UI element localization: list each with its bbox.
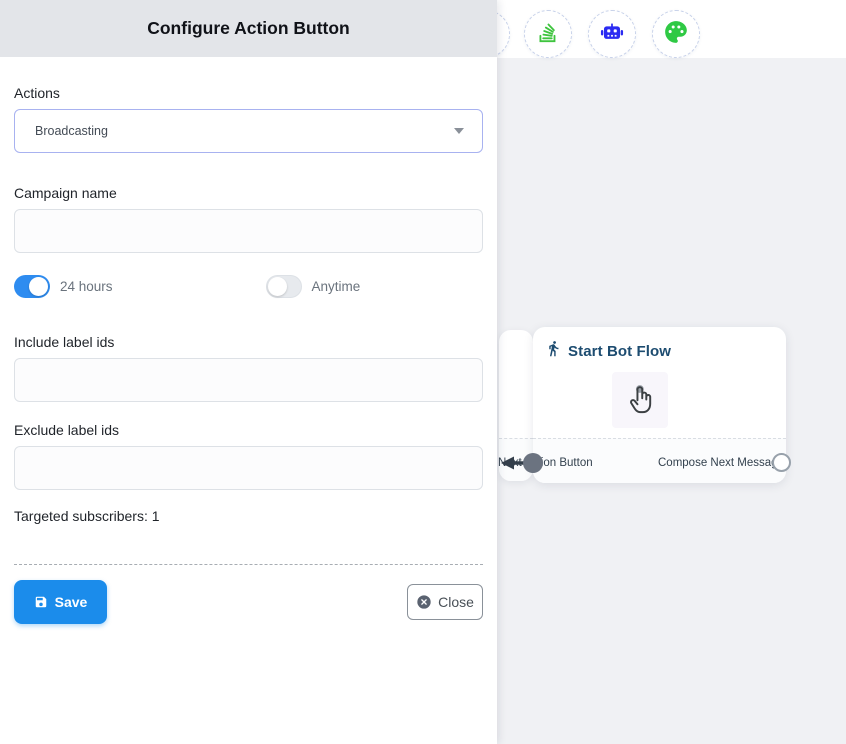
- canvas-tool-bot-button[interactable]: [588, 10, 636, 58]
- save-button[interactable]: Save: [14, 580, 107, 624]
- toggle-knob: [29, 277, 48, 296]
- walking-person-icon: [545, 340, 562, 362]
- toggle-anytime-label: Anytime: [312, 279, 361, 294]
- canvas-tool-broadcast-button[interactable]: [524, 10, 572, 58]
- tap-hand-icon: [622, 380, 658, 421]
- robot-icon: [599, 19, 625, 50]
- save-icon: [34, 595, 48, 609]
- exclude-label-ids-label: Exclude label ids: [14, 422, 483, 438]
- toggle-anytime[interactable]: [266, 275, 302, 298]
- exclude-label-ids-input[interactable]: [14, 446, 483, 490]
- include-label-ids-input[interactable]: [14, 358, 483, 402]
- palette-icon: [663, 19, 689, 50]
- actions-select[interactable]: Broadcasting: [14, 109, 483, 153]
- chevron-down-icon: [454, 128, 464, 134]
- campaign-name-input[interactable]: [14, 209, 483, 253]
- handle-label-compose-next: Compose Next Message: [658, 457, 784, 469]
- panel-title: Configure Action Button: [147, 18, 350, 39]
- node-drag-area[interactable]: [612, 372, 668, 428]
- toggle-knob: [268, 277, 287, 296]
- close-button-label: Close: [438, 594, 474, 610]
- flow-canvas[interactable]: Start Bot Flow Next Action Button Compos…: [497, 0, 846, 744]
- toggle-24-hours[interactable]: [14, 275, 50, 298]
- close-circle-icon: [416, 594, 432, 610]
- handle-compose-next-message[interactable]: [772, 453, 791, 472]
- panel-divider: [14, 564, 483, 565]
- actions-selected-value: Broadcasting: [35, 124, 108, 138]
- configure-action-panel: Configure Action Button Actions Broadcas…: [0, 0, 497, 744]
- panel-header: Configure Action Button: [0, 0, 497, 57]
- close-button[interactable]: Close: [407, 584, 483, 620]
- stack-icon: [535, 19, 561, 50]
- include-label-ids-label: Include label ids: [14, 334, 483, 350]
- targeted-subscribers-text: Targeted subscribers: 1: [14, 508, 483, 524]
- canvas-tool-theme-button[interactable]: [652, 10, 700, 58]
- save-button-label: Save: [55, 594, 88, 610]
- actions-label: Actions: [14, 85, 483, 101]
- toggle-24-hours-label: 24 hours: [60, 279, 113, 294]
- campaign-name-label: Campaign name: [14, 185, 483, 201]
- node-title: Start Bot Flow: [568, 343, 671, 360]
- handle-next-action-button[interactable]: [523, 453, 543, 473]
